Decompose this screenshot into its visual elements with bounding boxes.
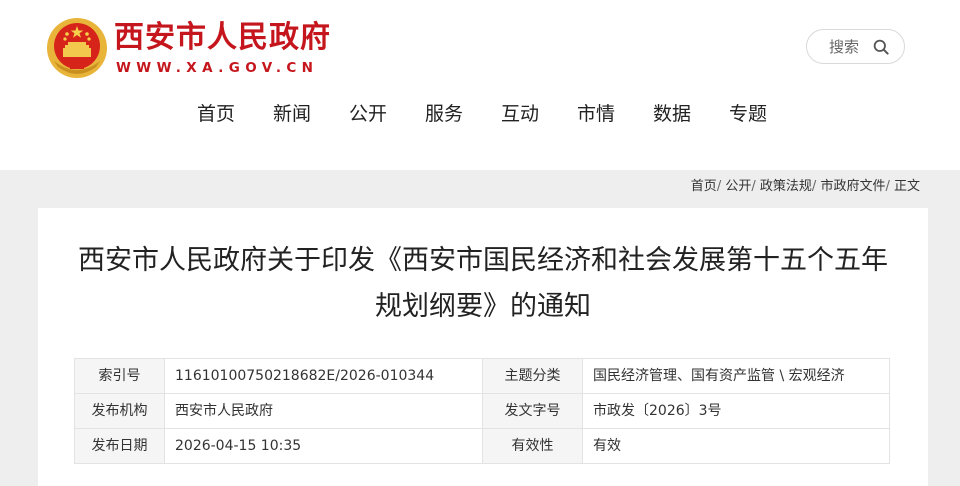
nav-item-home[interactable]: 首页: [197, 102, 235, 126]
meta-value: 国民经济管理、国有资产监管 \ 宏观经济: [582, 358, 890, 394]
table-row: 发布日期 2026-04-15 10:35 有效性 有效: [74, 428, 890, 464]
breadcrumb-separator: /: [811, 179, 817, 194]
breadcrumb-public[interactable]: 公开: [725, 179, 751, 194]
meta-value: 11610100750218682E/2026-010344: [164, 358, 483, 394]
search-button[interactable]: 搜索: [806, 29, 905, 64]
table-row: 索引号 11610100750218682E/2026-010344 主题分类 …: [74, 358, 890, 394]
site-title[interactable]: 西安市人民政府: [114, 20, 331, 56]
meta-value: 有效: [582, 428, 890, 464]
meta-label: 发布机构: [74, 393, 165, 429]
site-header: 西安市人民政府 WWW.XA.GOV.CN 搜索 首页 新闻 公开 服务 互动 …: [0, 0, 960, 170]
national-emblem-icon[interactable]: [46, 17, 108, 79]
nav-item-interact[interactable]: 互动: [501, 102, 539, 126]
breadcrumb-home[interactable]: 首页: [691, 179, 717, 194]
breadcrumb-city-docs[interactable]: 市政府文件: [820, 179, 885, 194]
meta-label: 发文字号: [482, 393, 583, 429]
meta-value: 2026-04-15 10:35: [164, 428, 483, 464]
search-icon: [873, 39, 889, 55]
breadcrumb-separator: /: [885, 179, 890, 194]
breadcrumb-policy[interactable]: 政策法规: [760, 179, 812, 194]
nav-item-public[interactable]: 公开: [349, 102, 387, 126]
meta-label: 主题分类: [482, 358, 583, 394]
breadcrumb-separator: /: [751, 179, 756, 194]
document-meta-table: 索引号 11610100750218682E/2026-010344 主题分类 …: [74, 358, 890, 464]
main-nav: 首页 新闻 公开 服务 互动 市情 数据 专题: [0, 102, 960, 126]
meta-value: 市政发〔2026〕3号: [582, 393, 890, 429]
nav-item-news[interactable]: 新闻: [273, 102, 311, 126]
meta-label: 有效性: [482, 428, 583, 464]
breadcrumb-current: 正文: [893, 179, 920, 194]
nav-item-topics[interactable]: 专题: [729, 102, 767, 126]
breadcrumb: 首页/ 公开/ 政策法规/ 市政府文件/ 正文: [691, 179, 920, 195]
nav-item-services[interactable]: 服务: [425, 102, 463, 126]
breadcrumb-separator: /: [716, 179, 722, 194]
site-domain[interactable]: WWW.XA.GOV.CN: [116, 59, 318, 77]
nav-item-data[interactable]: 数据: [653, 102, 691, 126]
meta-value: 西安市人民政府: [164, 393, 483, 429]
nav-item-city-info[interactable]: 市情: [577, 102, 615, 126]
table-row: 发布机构 西安市人民政府 发文字号 市政发〔2026〕3号: [74, 393, 890, 429]
document-card: 西安市人民政府关于印发《西安市国民经济和社会发展第十五个五年规划纲要》的通知 索…: [38, 208, 928, 486]
meta-label: 发布日期: [74, 428, 165, 464]
document-title: 西安市人民政府关于印发《西安市国民经济和社会发展第十五个五年规划纲要》的通知: [78, 245, 888, 322]
meta-label: 索引号: [74, 358, 165, 394]
search-label: 搜索: [829, 38, 860, 56]
